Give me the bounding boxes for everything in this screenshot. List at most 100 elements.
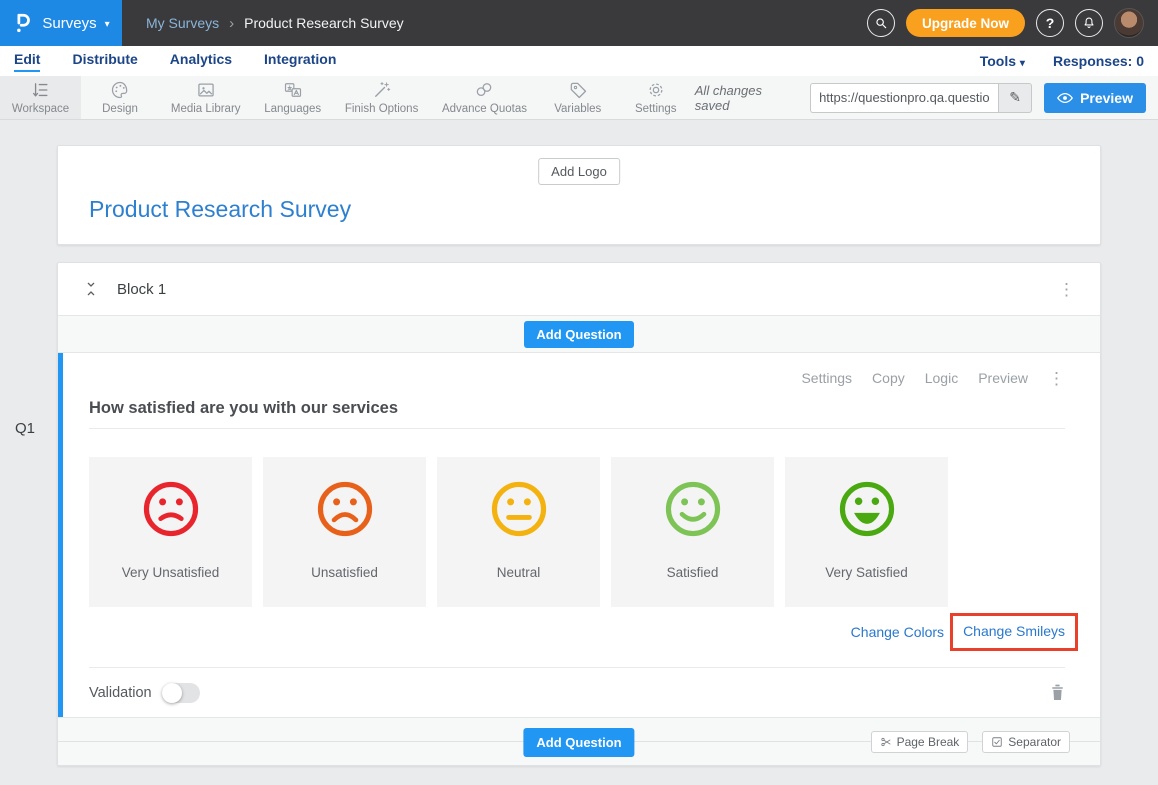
option-label: Neutral [497, 565, 541, 580]
delete-question-button[interactable] [1050, 684, 1065, 701]
tools-menu[interactable]: Tools ▾ [980, 53, 1025, 69]
tab-integration[interactable]: Integration [264, 51, 336, 72]
upgrade-now-button[interactable]: Upgrade Now [906, 9, 1025, 37]
option-unsatisfied[interactable]: Unsatisfied [263, 457, 426, 607]
top-header: Surveys ▾ My Surveys › Product Research … [0, 0, 1158, 46]
tab-analytics[interactable]: Analytics [170, 51, 232, 72]
tool-variables[interactable]: Variables [539, 76, 617, 119]
help-button[interactable]: ? [1036, 9, 1064, 37]
tool-workspace[interactable]: Workspace [0, 76, 81, 119]
tab-distribute[interactable]: Distribute [72, 51, 137, 72]
add-logo-button[interactable]: Add Logo [538, 158, 620, 185]
option-very-unsatisfied[interactable]: Very Unsatisfied [89, 457, 252, 607]
block-footer: Add Question Page Break Separator [58, 717, 1100, 765]
survey-url-input[interactable] [810, 83, 998, 113]
breadcrumb-my-surveys[interactable]: My Surveys [146, 15, 219, 31]
survey-url-group: ✎ [810, 83, 1032, 113]
chain-links-icon [474, 80, 494, 100]
change-smileys-link[interactable]: Change Smileys [963, 623, 1065, 639]
collapse-block-button[interactable] [83, 279, 99, 299]
pencil-icon: ✎ [1009, 89, 1021, 106]
annotation-highlight-box: Change Smileys [950, 613, 1078, 651]
question-number-label: Q1 [15, 420, 35, 437]
add-question-button-bottom[interactable]: Add Question [523, 728, 634, 757]
option-label: Satisfied [667, 565, 719, 580]
user-avatar[interactable] [1114, 8, 1144, 38]
product-switcher[interactable]: Surveys ▾ [0, 0, 122, 46]
tool-advance-quotas[interactable]: Advance Quotas [430, 76, 539, 119]
header-actions: Upgrade Now ? [867, 8, 1158, 38]
caret-down-icon: ▾ [1020, 58, 1025, 69]
option-satisfied[interactable]: Satisfied [611, 457, 774, 607]
survey-nav: Edit Distribute Analytics Integration To… [0, 46, 1158, 76]
option-label: Unsatisfied [311, 565, 378, 580]
smiley-options: Very Unsatisfied Unsatisfied [89, 457, 1065, 607]
kebab-menu-icon: ⋮ [1048, 369, 1065, 388]
edit-url-button[interactable]: ✎ [998, 83, 1032, 113]
checkbox-checked-icon [991, 736, 1003, 748]
toggle-knob [162, 683, 182, 703]
palette-icon [110, 80, 130, 100]
preview-button[interactable]: Preview [1044, 83, 1146, 113]
very-unsatisfied-smiley-icon [140, 478, 202, 540]
question-logic-link[interactable]: Logic [925, 370, 958, 386]
trash-icon [1050, 684, 1065, 701]
separator-button[interactable]: Separator [982, 731, 1070, 753]
option-label: Very Satisfied [825, 565, 908, 580]
page-break-button[interactable]: Page Break [871, 731, 969, 753]
question-preview-link[interactable]: Preview [978, 370, 1028, 386]
kebab-menu-icon: ⋮ [1058, 280, 1075, 299]
smiley-config-links: Change Colors Change Smileys [89, 613, 1065, 651]
chevron-right-icon: › [229, 15, 234, 32]
change-colors-link[interactable]: Change Colors [851, 624, 944, 640]
question-card: Settings Copy Logic Preview ⋮ How satisf… [58, 353, 1100, 717]
editor-toolbar: Workspace Design Media Library Languages… [0, 76, 1158, 120]
image-icon [196, 80, 216, 100]
tool-design[interactable]: Design [81, 76, 159, 119]
question-mark-icon: ? [1046, 15, 1055, 31]
nav-right: Tools ▾ Responses: 0 [980, 53, 1144, 69]
survey-header-card: Add Logo Product Research Survey [57, 145, 1101, 245]
question-menu-button[interactable]: ⋮ [1048, 370, 1065, 387]
notifications-button[interactable] [1075, 9, 1103, 37]
add-question-button-top[interactable]: Add Question [524, 321, 633, 348]
option-neutral[interactable]: Neutral [437, 457, 600, 607]
question-actions: Settings Copy Logic Preview ⋮ [89, 369, 1065, 387]
wand-icon [372, 80, 392, 100]
toolbar-right: All changes saved ✎ Preview [695, 76, 1158, 119]
question-text[interactable]: How satisfied are you with our services [89, 399, 1065, 418]
search-button[interactable] [867, 9, 895, 37]
tool-settings[interactable]: Settings [617, 76, 695, 119]
questionpro-logo-icon [12, 12, 34, 34]
collapse-vertical-icon [83, 279, 99, 299]
option-very-satisfied[interactable]: Very Satisfied [785, 457, 948, 607]
satisfied-smiley-icon [662, 478, 724, 540]
breadcrumb: My Surveys › Product Research Survey [146, 15, 404, 32]
bell-icon [1082, 16, 1096, 30]
search-icon [874, 16, 888, 30]
block-card: Block 1 ⋮ Add Question Settings Copy Log… [57, 262, 1101, 766]
responses-count[interactable]: Responses: 0 [1053, 53, 1144, 69]
block-title[interactable]: Block 1 [117, 281, 166, 298]
workspace-canvas: Q1 Add Logo Product Research Survey Bloc… [0, 120, 1158, 785]
tool-finish-options[interactable]: Finish Options [333, 76, 430, 119]
tab-edit[interactable]: Edit [14, 51, 40, 72]
validation-toggle[interactable] [162, 683, 200, 703]
survey-title[interactable]: Product Research Survey [89, 196, 1100, 223]
very-satisfied-smiley-icon [836, 478, 898, 540]
product-label: Surveys [42, 15, 96, 32]
add-question-row-top: Add Question [58, 316, 1100, 353]
breadcrumb-current-survey: Product Research Survey [244, 15, 404, 31]
eye-icon [1057, 92, 1073, 104]
block-menu-button[interactable]: ⋮ [1058, 281, 1075, 298]
tool-media-library[interactable]: Media Library [159, 76, 252, 119]
validation-row: Validation [89, 667, 1065, 717]
tool-languages[interactable]: Languages [252, 76, 333, 119]
question-settings-link[interactable]: Settings [801, 370, 852, 386]
neutral-smiley-icon [488, 478, 550, 540]
block-header: Block 1 ⋮ [58, 263, 1100, 316]
scissors-icon [880, 736, 892, 748]
gear-icon [646, 80, 666, 100]
caret-down-icon: ▾ [105, 19, 110, 30]
question-copy-link[interactable]: Copy [872, 370, 905, 386]
